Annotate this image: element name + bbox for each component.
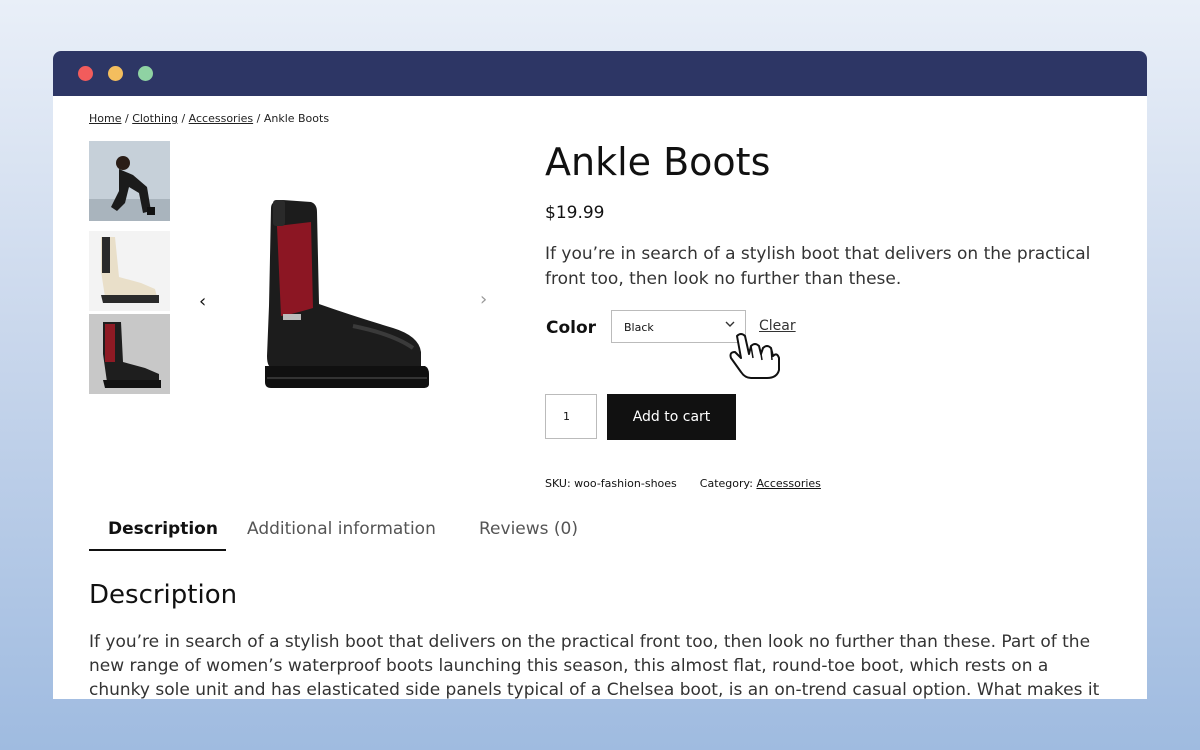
quantity-value: 1 xyxy=(563,410,570,423)
close-window-button[interactable] xyxy=(78,66,93,81)
description-body: If you’re in search of a stylish boot th… xyxy=(89,632,1100,699)
breadcrumb-separator: / xyxy=(177,112,189,125)
tab-reviews[interactable]: Reviews (0) xyxy=(479,519,578,539)
product-short-description: If you’re in search of a stylish boot th… xyxy=(545,244,1091,289)
color-label: Color xyxy=(546,318,597,338)
title-bar xyxy=(53,51,1147,96)
tab-additional-information[interactable]: Additional information xyxy=(247,519,436,539)
breadcrumb: Home / Clothing / Accessories / Ankle Bo… xyxy=(89,112,329,125)
gallery-next-icon[interactable]: › xyxy=(480,289,487,310)
breadcrumb-separator: / xyxy=(253,112,264,125)
breadcrumb-current: Ankle Boots xyxy=(263,112,330,125)
breadcrumb-separator: / xyxy=(121,112,133,125)
gallery-prev-icon[interactable]: ‹ xyxy=(199,291,206,312)
breadcrumb-clothing-link[interactable]: Clothing xyxy=(132,112,178,125)
quantity-input[interactable]: 1 xyxy=(545,394,597,439)
thumbnail-cream-boot-photo[interactable] xyxy=(89,231,170,311)
product-meta: SKU: woo-fashion-shoes Category: Accesso… xyxy=(545,477,821,490)
minimize-window-button[interactable] xyxy=(108,66,123,81)
category-label: Category: xyxy=(699,477,753,490)
add-to-cart-button[interactable]: Add to cart xyxy=(607,394,736,440)
product-main-image xyxy=(253,196,443,406)
color-select[interactable]: Black xyxy=(611,310,746,343)
sku-value: woo-fashion-shoes xyxy=(574,477,677,490)
thumbnail-model-photo[interactable] xyxy=(89,141,170,221)
hand-cursor-icon xyxy=(727,332,783,384)
breadcrumb-accessories-link[interactable]: Accessories xyxy=(189,112,253,125)
description-heading: Description xyxy=(89,580,238,610)
browser-window: Home / Clothing / Accessories / Ankle Bo… xyxy=(53,51,1147,699)
breadcrumb-home-link[interactable]: Home xyxy=(89,112,121,125)
sku-label: SKU: xyxy=(545,477,571,490)
active-tab-indicator xyxy=(89,549,226,551)
chevron-down-icon xyxy=(725,318,735,332)
product-page: Home / Clothing / Accessories / Ankle Bo… xyxy=(53,96,1147,699)
product-price: $19.99 xyxy=(545,203,605,223)
color-select-value: Black xyxy=(624,321,654,334)
tab-description[interactable]: Description xyxy=(108,519,218,539)
thumbnail-black-red-boot-photo[interactable] xyxy=(89,314,170,394)
category-link[interactable]: Accessories xyxy=(756,477,820,490)
maximize-window-button[interactable] xyxy=(138,66,153,81)
product-title: Ankle Boots xyxy=(545,140,771,184)
